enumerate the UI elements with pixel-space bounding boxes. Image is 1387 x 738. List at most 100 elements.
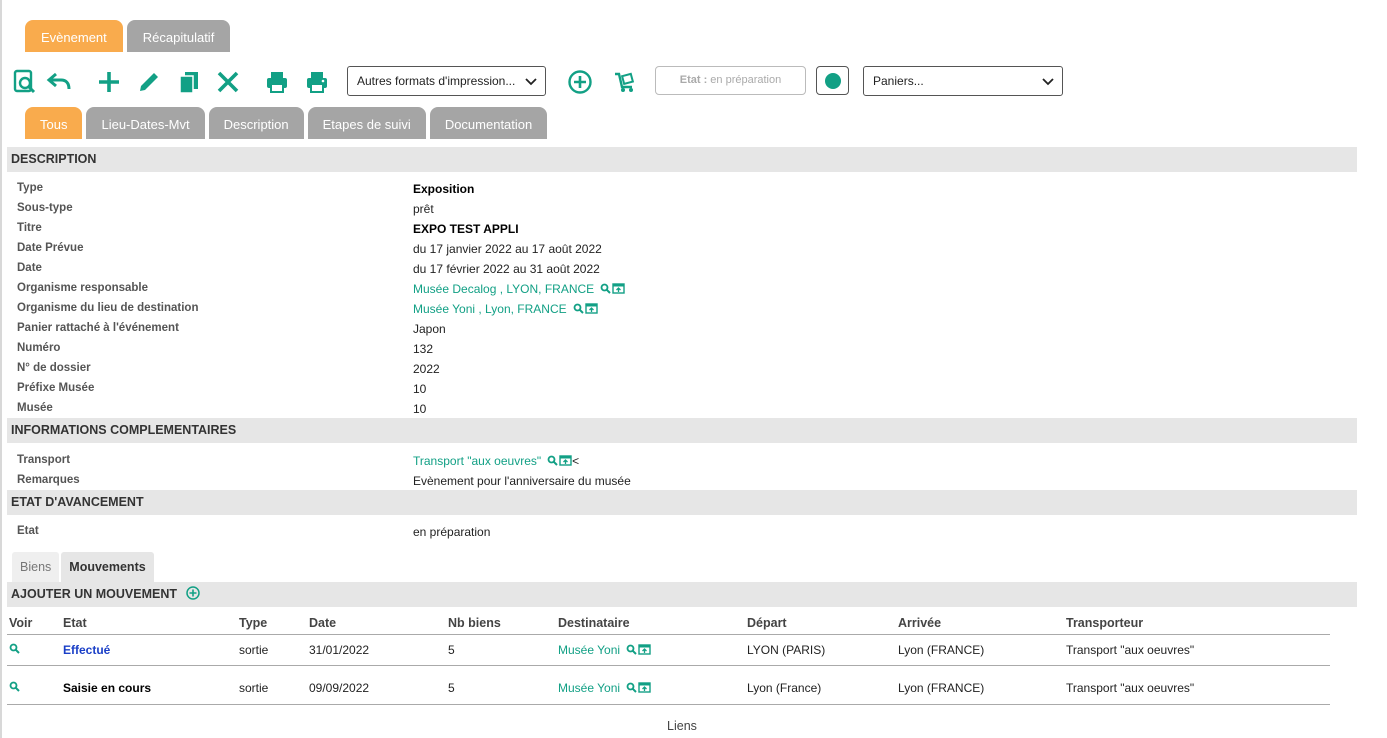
field-organisme-destination: Organisme du lieu de destination Musée Y… bbox=[17, 299, 1347, 319]
type-cell: sortie bbox=[237, 673, 307, 705]
section-description-header: DESCRIPTION bbox=[7, 147, 1357, 172]
field-label: Organisme du lieu de destination bbox=[17, 302, 199, 314]
col-voir: Voir bbox=[7, 612, 61, 635]
open-window-icon[interactable] bbox=[638, 682, 651, 693]
tab-documentation[interactable]: Documentation bbox=[429, 107, 548, 139]
open-window-icon[interactable] bbox=[638, 643, 651, 655]
tab-recapitulatif[interactable]: Récapitulatif bbox=[126, 20, 231, 52]
transport-link[interactable]: Transport "aux oeuvres" bbox=[413, 454, 541, 468]
field-date: Date du 17 février 2022 au 31 août 2022 bbox=[17, 259, 1347, 279]
field-value: 10 bbox=[413, 402, 427, 416]
baskets-select[interactable]: Paniers... bbox=[863, 66, 1063, 96]
tab-description[interactable]: Description bbox=[208, 107, 304, 139]
tab-tous[interactable]: Tous bbox=[25, 107, 83, 139]
print-formats-select[interactable]: Autres formats d'impression... bbox=[347, 66, 546, 96]
field-label: Type bbox=[17, 182, 43, 194]
nb-cell: 5 bbox=[446, 634, 556, 666]
open-window-icon[interactable] bbox=[612, 283, 625, 294]
preview-icon[interactable] bbox=[10, 67, 40, 97]
tab-mouvements[interactable]: Mouvements bbox=[61, 552, 154, 582]
destinataire-link[interactable]: Musée Yoni bbox=[558, 681, 620, 695]
destinataire-cell: Musée Yoni bbox=[556, 634, 745, 666]
field-remarques: Remarques Evènement pour l'anniversaire d… bbox=[17, 471, 1347, 491]
field-numero: Numéro 132 bbox=[17, 339, 1347, 359]
field-label: Date Prévue bbox=[17, 242, 84, 254]
search-icon[interactable] bbox=[626, 682, 637, 693]
add-movement-header: AJOUTER UN MOUVEMENT bbox=[7, 582, 1357, 607]
col-date: Date bbox=[307, 612, 446, 635]
field-prefixe-musee: Préfixe Musée 10 bbox=[17, 379, 1347, 399]
col-arrivee: Arrivée bbox=[896, 612, 1064, 635]
chevron-down-icon bbox=[1042, 78, 1054, 86]
organisme-responsable-link[interactable]: Musée Decalog , LYON, FRANCE bbox=[413, 282, 625, 296]
tab-lieu-dates-mvt[interactable]: Lieu-Dates-Mvt bbox=[86, 107, 205, 139]
field-value: prêt bbox=[413, 202, 434, 216]
cart-icon[interactable] bbox=[610, 67, 640, 97]
etat-link[interactable]: Saisie en cours bbox=[63, 681, 151, 695]
inner-tabs: Biens Mouvements bbox=[12, 552, 154, 582]
search-icon[interactable] bbox=[547, 455, 558, 466]
field-label: Sous-type bbox=[17, 202, 73, 214]
type-cell: sortie bbox=[237, 634, 307, 666]
tab-evenement[interactable]: Evènement bbox=[25, 20, 123, 52]
field-organisme-responsable: Organisme responsable Musée Decalog , LY… bbox=[17, 279, 1347, 299]
search-icon[interactable] bbox=[9, 643, 20, 654]
field-label: Musée bbox=[17, 402, 53, 414]
field-sous-type: Sous-type prêt bbox=[17, 199, 1347, 219]
search-icon[interactable] bbox=[600, 283, 611, 294]
field-value: Exposition bbox=[413, 182, 475, 196]
col-etat: Etat bbox=[61, 612, 237, 635]
print-icon[interactable] bbox=[262, 67, 292, 97]
field-value: Japon bbox=[413, 322, 446, 336]
etat-cell: Saisie en cours bbox=[61, 673, 237, 705]
undo-icon[interactable] bbox=[44, 67, 74, 97]
plus-circle-icon[interactable] bbox=[565, 67, 595, 97]
add-movement-label: AJOUTER UN MOUVEMENT bbox=[11, 587, 177, 601]
field-label: N° de dossier bbox=[17, 362, 91, 374]
depart-cell: LYON (PARIS) bbox=[745, 634, 896, 666]
field-type: Type Exposition bbox=[17, 179, 1347, 199]
edit-icon[interactable] bbox=[134, 67, 164, 97]
field-musee: Musée 10 bbox=[17, 399, 1347, 419]
field-panier: Panier rattaché à l'événement Japon bbox=[17, 319, 1347, 339]
top-tabs: Evènement Récapitulatif bbox=[25, 20, 231, 52]
print-alt-icon[interactable] bbox=[302, 67, 332, 97]
open-window-icon[interactable] bbox=[559, 455, 572, 466]
add-movement-icon[interactable] bbox=[186, 586, 201, 600]
field-label: Date bbox=[17, 262, 42, 274]
link-text[interactable]: Musée Yoni , Lyon, FRANCE bbox=[413, 302, 567, 316]
col-nb-biens: Nb biens bbox=[446, 612, 556, 635]
tab-etapes-de-suivi[interactable]: Etapes de suivi bbox=[307, 107, 426, 139]
col-type: Type bbox=[237, 612, 307, 635]
delete-icon[interactable] bbox=[213, 67, 243, 97]
col-destinataire: Destinataire bbox=[556, 612, 745, 635]
spacer bbox=[7, 665, 1330, 673]
field-transport: Transport Transport "aux oeuvres" < bbox=[17, 451, 1347, 471]
status-dot-icon bbox=[824, 72, 841, 89]
copy-icon[interactable] bbox=[174, 67, 204, 97]
field-label: Titre bbox=[17, 222, 42, 234]
search-icon[interactable] bbox=[573, 303, 584, 314]
arrivee-cell: Lyon (FRANCE) bbox=[896, 634, 1064, 666]
tab-biens[interactable]: Biens bbox=[12, 552, 60, 582]
open-window-icon[interactable] bbox=[584, 303, 598, 314]
field-date-prevue: Date Prévue du 17 janvier 2022 au 17 août… bbox=[17, 239, 1347, 259]
etat-link[interactable]: Effectué bbox=[63, 643, 110, 657]
search-icon[interactable] bbox=[9, 681, 20, 692]
etat-status-box: Etat : en préparation bbox=[655, 66, 806, 95]
field-value: 132 bbox=[413, 342, 434, 356]
left-border bbox=[0, 0, 2, 738]
organisme-destination-link[interactable]: Musée Yoni , Lyon, FRANCE bbox=[413, 302, 598, 316]
search-icon[interactable] bbox=[626, 644, 637, 655]
status-dot-button[interactable] bbox=[816, 66, 849, 95]
footer-links-label[interactable]: Liens bbox=[0, 719, 1364, 733]
link-text[interactable]: Musée Decalog , LYON, FRANCE bbox=[413, 282, 594, 296]
destinataire-link[interactable]: Musée Yoni bbox=[558, 643, 620, 657]
depart-cell: Lyon (France) bbox=[745, 673, 896, 705]
destinataire-cell: Musée Yoni bbox=[556, 673, 745, 705]
col-depart: Départ bbox=[745, 612, 896, 635]
add-icon[interactable] bbox=[94, 67, 124, 97]
field-label: Transport bbox=[17, 454, 71, 466]
field-label: Préfixe Musée bbox=[17, 382, 95, 394]
transport-suffix: < bbox=[572, 454, 580, 468]
